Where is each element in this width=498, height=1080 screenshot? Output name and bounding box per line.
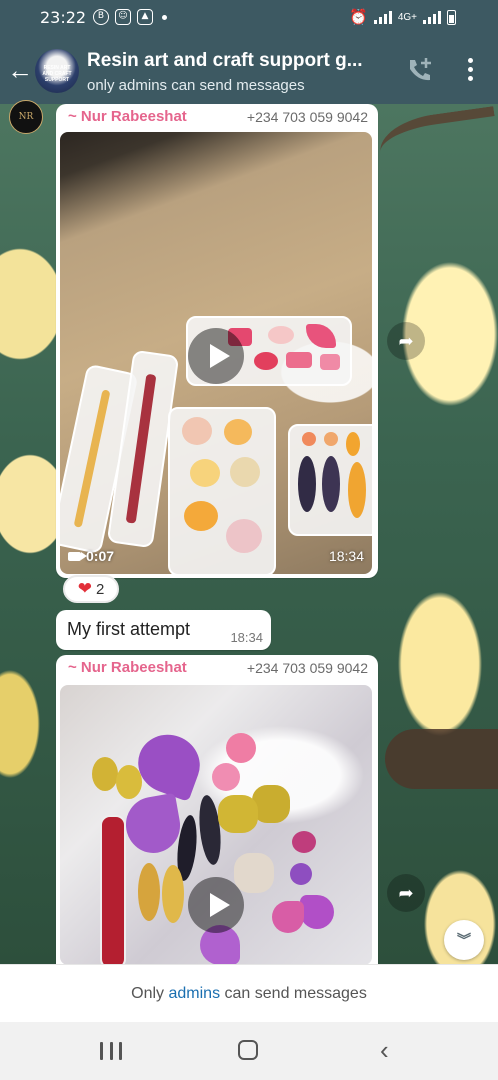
b-notification-icon: B: [93, 9, 109, 25]
app-notification-icon: ☺: [115, 9, 131, 25]
sender-phone: +234 703 059 9042: [246, 660, 368, 676]
message-text: My first attempt: [67, 619, 191, 639]
video-message-1[interactable]: ~ Nur Rabeeshat +234 703 059 9042 0:07 1…: [56, 104, 378, 578]
sender-name[interactable]: ~ Nur Rabeeshat: [68, 659, 187, 676]
video-duration-text: 0:07: [86, 548, 115, 564]
system-back-icon[interactable]: ‹: [380, 1037, 389, 1063]
group-avatar-text: RESIN ART AND CRAFT SUPPORT: [42, 65, 72, 83]
heart-icon: ❤: [77, 579, 92, 598]
chat-subtitle[interactable]: only admins can send messages: [87, 77, 305, 94]
purple-triangle-2: [121, 792, 185, 858]
mold-tray-flowers: [168, 407, 276, 574]
video-play-button[interactable]: [188, 328, 244, 384]
chat-title[interactable]: Resin art and craft support g...: [87, 50, 392, 72]
purple-triangle-1: [129, 726, 209, 802]
video-thumbnail[interactable]: [60, 685, 372, 965]
system-nav-bar: ‹: [0, 1022, 498, 1080]
message-time: 18:34: [230, 630, 263, 645]
status-bar: 23:22 B ☺ ▲ ⏰ 4G+: [0, 0, 498, 36]
message-time: 18:34: [328, 548, 364, 564]
sender-avatar[interactable]: NR: [9, 100, 43, 134]
admins-link[interactable]: admins: [169, 985, 221, 1002]
video-camera-icon: [68, 551, 87, 561]
chat-header: ← RESIN ART AND CRAFT SUPPORT Resin art …: [0, 36, 498, 104]
add-call-icon[interactable]: [404, 56, 436, 84]
background-branch-2: [385, 729, 498, 789]
reaction-count: 2: [95, 580, 105, 598]
signal-icon: [373, 10, 392, 24]
text-message[interactable]: My first attempt 18:34: [56, 610, 271, 650]
video-message-2[interactable]: ~ Nur Rabeeshat +234 703 059 9042: [56, 655, 378, 975]
pen-item: [100, 815, 126, 965]
admins-only-notice: Only admins can send messages: [0, 964, 498, 1023]
battery-icon: [447, 9, 456, 25]
video-duration: 0:07: [68, 548, 114, 564]
forward-icon[interactable]: ➦: [387, 322, 425, 360]
forward-icon[interactable]: ➦: [387, 874, 425, 912]
status-right: ⏰ 4G+: [349, 8, 456, 26]
network-type: 4G+: [397, 11, 417, 23]
status-time: 23:22: [40, 8, 87, 27]
alarm-icon: ⏰: [349, 9, 368, 26]
scroll-down-icon[interactable]: ︾: [444, 920, 484, 960]
background-branch: [376, 106, 498, 182]
reaction-badge[interactable]: ❤ 2: [63, 575, 119, 603]
mold-tray-leaves: [288, 424, 372, 536]
video-play-button[interactable]: [188, 877, 244, 933]
sender-name[interactable]: ~ Nur Rabeeshat: [68, 108, 187, 125]
sender-phone: +234 703 059 9042: [246, 109, 368, 125]
recents-icon[interactable]: [100, 1042, 122, 1060]
image-notification-icon: ▲: [137, 9, 153, 25]
notice-prefix: Only: [131, 985, 169, 1002]
signal-icon-2: [423, 10, 441, 24]
video-thumbnail[interactable]: 0:07 18:34: [60, 132, 372, 574]
more-notifications-dot: [162, 15, 167, 20]
more-options-icon[interactable]: [458, 54, 482, 86]
home-icon[interactable]: [238, 1040, 258, 1060]
back-arrow-icon[interactable]: ←: [6, 56, 34, 84]
group-avatar[interactable]: RESIN ART AND CRAFT SUPPORT: [35, 49, 79, 93]
notice-suffix: can send messages: [220, 985, 367, 1002]
